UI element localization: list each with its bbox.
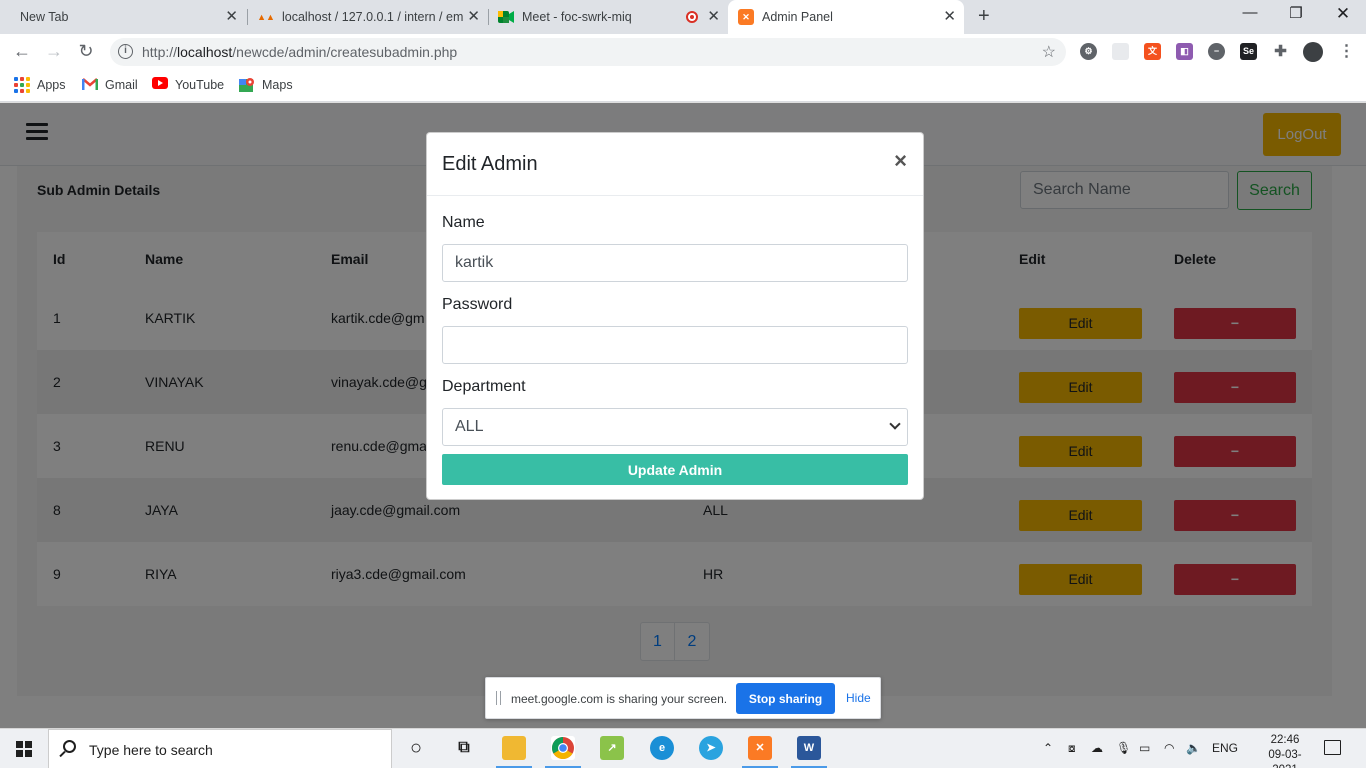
bookmarks-bar: Apps Gmail YouTube Maps [0,70,1366,102]
chevron-down-icon [889,418,901,430]
bookmark-gmail[interactable]: Gmail [82,77,138,93]
department-selected-value: ALL [455,418,484,435]
search-icon [63,740,76,753]
tab-title: Admin Panel [762,10,833,24]
window-close-icon[interactable]: ✕ [1320,4,1366,24]
clock[interactable]: 22:46 09-03-2021 [1260,733,1310,768]
windows-start-icon[interactable] [16,741,32,757]
tab-phpmyadmin[interactable]: ▲▲ localhost / 127.0.0.1 / intern / em ✕ [248,0,488,34]
hide-link[interactable]: Hide [846,691,871,705]
puzzle-icon[interactable]: ✚ [1272,43,1289,60]
extension-gear-icon[interactable]: ⚙ [1080,43,1097,60]
browser-toolbar: ← → ↻ i http://localhost/newcde/admin/cr… [0,34,1366,70]
xampp-taskbar-icon[interactable]: ✕ [748,736,772,760]
edit-admin-modal: Edit Admin × Name kartik Password Depart… [426,132,924,500]
tab-new-tab[interactable]: New Tab ✕ [0,0,246,34]
name-label: Name [442,214,485,231]
word-icon[interactable]: W [797,736,821,760]
tab-admin-panel[interactable]: ✕ Admin Panel ✕ [728,0,964,34]
notification-icon[interactable] [1324,740,1341,755]
department-label: Department [442,378,526,395]
apps-grid-icon [14,77,30,93]
update-admin-button[interactable]: Update Admin [442,454,908,485]
extension-block-icon[interactable]: − [1208,43,1225,60]
microphone-icon[interactable]: 🎙 [1116,741,1131,755]
restore-icon[interactable]: ❐ [1273,4,1319,22]
volume-icon[interactable]: 🔈 [1186,741,1201,755]
bookmark-maps[interactable]: Maps [239,77,293,93]
close-icon[interactable]: ✕ [225,9,238,25]
back-arrow-icon[interactable]: ← [10,41,34,62]
new-tab-button[interactable]: + [978,5,990,28]
menu-kebab-icon[interactable]: ⋮ [1338,43,1355,60]
forward-arrow-icon[interactable]: → [42,41,66,62]
share-message: meet.google.com is sharing your screen. [511,692,728,706]
name-field[interactable]: kartik [442,244,908,282]
url-text: http://localhost/newcde/admin/createsuba… [142,44,458,60]
tab-title: localhost / 127.0.0.1 / intern / em [282,10,464,24]
modal-header: Edit Admin × [427,133,923,196]
tab-title: Meet - foc-swrk-miq [522,10,632,24]
task-view-icon[interactable]: ⧉ [452,736,476,760]
edge-icon[interactable]: e [650,736,674,760]
info-icon[interactable]: i [118,44,133,59]
onedrive-icon[interactable]: ☁ [1091,741,1103,755]
clock-time: 22:46 [1270,734,1300,746]
phpmyadmin-icon: ▲▲ [257,12,275,22]
extension-translate-icon[interactable]: 文 [1144,43,1161,60]
xampp-icon: ✕ [738,9,754,25]
chrome-icon[interactable] [551,736,575,760]
minimize-icon[interactable]: — [1227,4,1273,21]
modal-close-icon[interactable]: × [894,150,907,172]
bookmark-star-icon[interactable]: ☆ [1042,42,1056,62]
extension-purple-icon[interactable]: ◧ [1176,43,1193,60]
meet-tray-icon[interactable]: ⧇ [1068,741,1076,756]
admin-page: LogOut Sub Admin Details Search Id Name … [0,103,1366,728]
tab-title: New Tab [20,10,69,24]
close-icon[interactable]: ✕ [467,9,480,25]
app-icon[interactable]: ↗ [600,736,624,760]
gmail-icon [82,77,98,93]
profile-avatar[interactable] [1303,42,1323,62]
youtube-icon [152,77,168,93]
recording-icon [686,11,698,23]
bookmark-apps[interactable]: Apps [14,77,66,93]
telegram-icon[interactable]: ➤ [699,736,723,760]
maps-icon [239,77,255,93]
language-indicator[interactable]: ENG [1212,741,1238,755]
modal-title: Edit Admin [442,153,538,175]
tray-chevron-up-icon[interactable]: ⌃ [1043,741,1053,755]
taskbar-search-placeholder: Type here to search [89,742,213,758]
cortana-icon[interactable]: ○ [404,736,428,760]
wifi-icon[interactable]: ◠ [1164,741,1174,755]
file-explorer-icon[interactable] [502,736,526,760]
reload-icon[interactable]: ↻ [74,41,98,62]
extension-selenium-icon[interactable]: Se [1240,43,1257,60]
close-icon[interactable]: ✕ [707,9,720,25]
close-icon[interactable]: ✕ [943,9,956,25]
stop-sharing-button[interactable]: Stop sharing [736,683,835,714]
tab-meet[interactable]: Meet - foc-swrk-miq ✕ [488,0,728,34]
department-select[interactable]: ALL [442,408,908,446]
edit-admin-form: Name kartik Password Department ALL Upda… [442,196,909,485]
clock-date: 09-03-2021 [1268,749,1302,768]
battery-icon[interactable]: ▭ [1139,741,1150,755]
google-meet-icon [498,9,514,25]
address-bar[interactable]: i http://localhost/newcde/admin/createsu… [110,38,1066,66]
tab-strip: New Tab ✕ ▲▲ localhost / 127.0.0.1 / int… [0,0,1366,34]
screen-share-bar: meet.google.com is sharing your screen. … [485,677,881,719]
password-label: Password [442,296,513,313]
windows-taskbar: Type here to search ○ ⧉ ↗ e ➤ ✕ W ⌃ ⧇ ☁ … [0,728,1366,768]
extension-blank-icon[interactable] [1112,43,1129,60]
password-field[interactable] [442,326,908,364]
bookmark-youtube[interactable]: YouTube [152,77,224,93]
drag-handle-icon[interactable] [496,691,501,705]
taskbar-search-box[interactable]: Type here to search [48,729,392,768]
